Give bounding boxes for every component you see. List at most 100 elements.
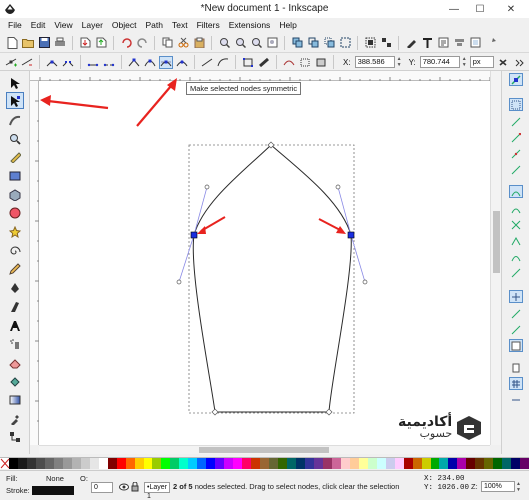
close-button[interactable]: ✕ — [493, 0, 529, 18]
snap-intersections-icon[interactable] — [509, 218, 523, 231]
snap-bbox-center-icon[interactable] — [509, 163, 523, 176]
snap-bbox-edges-icon[interactable] — [509, 115, 523, 128]
measure-tool-icon[interactable] — [6, 148, 24, 165]
color-swatch[interactable] — [8, 458, 18, 469]
group-icon[interactable] — [363, 36, 377, 50]
toolbar-overflow-icon[interactable] — [512, 56, 526, 69]
horizontal-scrollbar[interactable] — [39, 445, 490, 454]
color-swatch[interactable] — [269, 458, 279, 469]
menu-layer[interactable]: Layer — [82, 20, 103, 30]
color-swatch[interactable] — [125, 458, 135, 469]
preferences-icon[interactable] — [484, 36, 498, 50]
make-line-icon[interactable] — [200, 56, 214, 69]
mask-icon[interactable] — [314, 56, 328, 69]
color-swatch[interactable] — [242, 458, 252, 469]
zoom-selection-icon[interactable] — [217, 36, 231, 50]
make-symmetric-icon[interactable] — [159, 55, 173, 69]
color-swatch[interactable] — [215, 458, 225, 469]
snap-cusp-nodes-icon[interactable] — [509, 234, 523, 247]
color-swatch[interactable] — [80, 458, 90, 469]
document-properties-icon[interactable] — [468, 36, 482, 50]
color-swatch[interactable] — [98, 458, 108, 469]
snap-rotation-center-icon[interactable] — [509, 307, 523, 320]
color-swatch[interactable] — [493, 458, 503, 469]
snap-smooth-nodes-icon[interactable] — [509, 250, 523, 263]
unit-select[interactable]: px — [469, 56, 494, 68]
menu-object[interactable]: Object — [112, 20, 137, 30]
duplicate-icon[interactable] — [290, 36, 304, 50]
menu-help[interactable]: Help — [279, 20, 296, 30]
vertical-scroll-thumb[interactable] — [493, 211, 500, 273]
color-swatch[interactable] — [152, 458, 162, 469]
current-layer-select[interactable]: •Layer 1 — [144, 482, 170, 500]
color-swatch[interactable] — [430, 458, 440, 469]
zoom-input[interactable]: 100% — [481, 481, 515, 492]
color-swatch[interactable] — [439, 458, 449, 469]
undo-icon[interactable] — [119, 36, 133, 50]
snap-bbox-icon[interactable] — [509, 98, 523, 111]
stroke-to-path-icon[interactable] — [257, 56, 271, 69]
new-document-icon[interactable] — [5, 36, 19, 50]
path-node[interactable] — [211, 408, 219, 416]
stroke-color-swatch[interactable] — [32, 486, 74, 495]
color-swatch[interactable] — [71, 458, 81, 469]
export-icon[interactable] — [94, 36, 108, 50]
delete-segment-icon[interactable] — [102, 56, 116, 69]
handle-point[interactable] — [176, 279, 182, 285]
color-swatch[interactable] — [197, 458, 207, 469]
print-icon[interactable] — [53, 36, 67, 50]
break-path-icon[interactable] — [61, 56, 75, 69]
maximize-button[interactable]: ☐ — [467, 0, 493, 18]
snap-toggle-icon[interactable] — [509, 73, 523, 86]
color-swatch[interactable] — [475, 458, 485, 469]
color-swatch[interactable] — [161, 458, 171, 469]
drawing-canvas[interactable]: أكاديمية حسوب — [39, 81, 490, 445]
snap-paths-icon[interactable] — [509, 202, 523, 215]
fill-value[interactable]: None — [46, 474, 64, 483]
spiral-tool-icon[interactable] — [6, 242, 24, 259]
color-swatch[interactable] — [466, 458, 476, 469]
color-swatch[interactable] — [358, 458, 368, 469]
menu-edit[interactable]: Edit — [31, 20, 46, 30]
horizontal-scroll-thumb[interactable] — [199, 447, 329, 453]
snap-object-centers-icon[interactable] — [509, 290, 523, 303]
zoom-width-icon[interactable] — [265, 36, 279, 50]
menu-file[interactable]: File — [8, 20, 22, 30]
save-icon[interactable] — [37, 36, 51, 50]
x-coordinate-input[interactable]: 388.586 — [354, 56, 395, 68]
color-swatch[interactable] — [322, 458, 332, 469]
color-swatch[interactable] — [457, 458, 467, 469]
spray-tool-icon[interactable] — [6, 335, 24, 352]
node-tool-icon[interactable] — [6, 92, 24, 109]
delete-node-icon[interactable] — [20, 56, 34, 69]
selector-tool-icon[interactable] — [6, 74, 24, 91]
snap-guide-icon[interactable] — [509, 393, 523, 406]
paint-bucket-tool-icon[interactable] — [6, 373, 24, 390]
color-swatch[interactable] — [26, 458, 36, 469]
color-swatch[interactable] — [376, 458, 386, 469]
opacity-input[interactable]: 0 — [91, 482, 113, 493]
color-swatch[interactable] — [313, 458, 323, 469]
layer-lock-icon[interactable] — [131, 481, 139, 494]
zoom-drawing-icon[interactable] — [233, 36, 247, 50]
rectangle-tool-icon[interactable] — [6, 167, 24, 184]
color-swatch[interactable] — [17, 458, 27, 469]
next-path-effect-icon[interactable] — [282, 56, 296, 69]
cut-icon[interactable] — [176, 36, 190, 50]
y-coordinate-input[interactable]: 780.744 — [419, 56, 460, 68]
import-icon[interactable] — [78, 36, 92, 50]
y-spinner[interactable]: ▲ ▼ — [462, 56, 468, 68]
open-file-icon[interactable] — [21, 36, 35, 50]
calligraphy-tool-icon[interactable] — [6, 298, 24, 315]
color-swatch[interactable] — [53, 458, 63, 469]
insert-node-icon[interactable] — [4, 56, 18, 69]
color-swatch[interactable] — [224, 458, 234, 469]
color-swatch[interactable] — [403, 458, 413, 469]
eraser-tool-icon[interactable] — [6, 354, 24, 371]
x-spinner[interactable]: ▲ ▼ — [397, 56, 403, 68]
star-tool-icon[interactable] — [6, 223, 24, 240]
color-swatch[interactable] — [394, 458, 404, 469]
no-paint-swatch[interactable] — [0, 458, 10, 469]
clippath-icon[interactable] — [298, 56, 312, 69]
color-swatch[interactable] — [511, 458, 521, 469]
